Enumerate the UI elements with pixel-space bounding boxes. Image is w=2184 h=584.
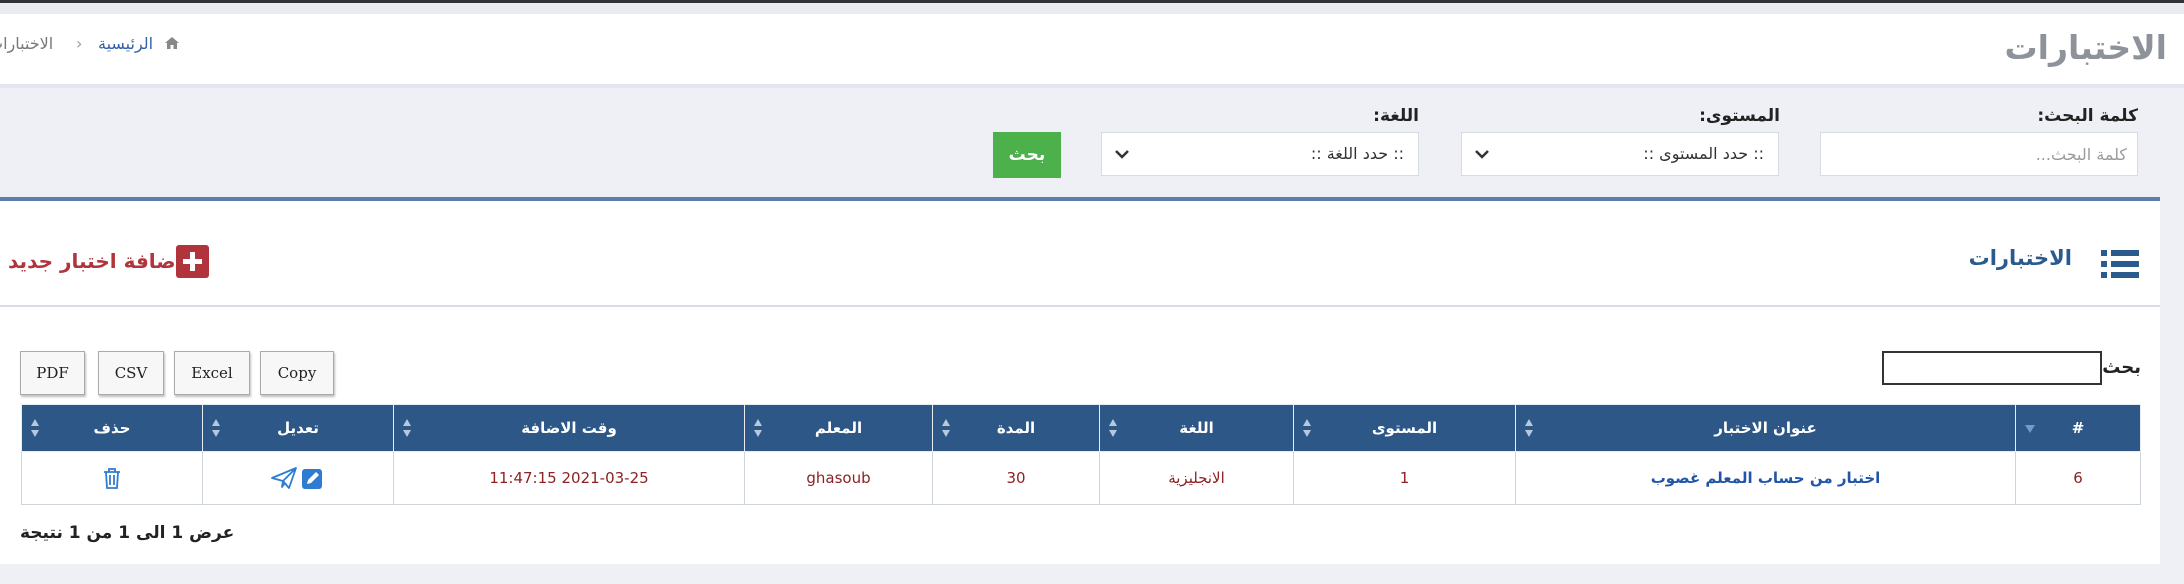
keyword-input[interactable]: [1820, 132, 2138, 176]
language-select-value: :: حدد اللغة ::: [1310, 144, 1404, 163]
sort-icon: [1525, 419, 1533, 437]
sort-icon: [942, 419, 950, 437]
column-header-label: #: [2071, 419, 2085, 437]
column-header-language[interactable]: اللغة: [1099, 404, 1294, 452]
column-header-level[interactable]: المستوى: [1293, 404, 1516, 452]
language-label: اللغة:: [1373, 106, 1419, 126]
column-header-label: وقت الاضافة: [521, 419, 617, 437]
sort-icon: [403, 419, 411, 437]
chevron-down-icon: [1475, 150, 1489, 159]
keyword-label: كلمة البحث:: [2037, 106, 2138, 126]
sort-icon: [212, 419, 220, 437]
column-header-duration[interactable]: المدة: [932, 404, 1100, 452]
table-header-row: حذف تعديل وقت الاضافة المعلم المدة اللغة…: [21, 404, 2141, 452]
trash-icon[interactable]: [102, 467, 122, 489]
column-header-label: اللغة: [1179, 419, 1214, 437]
copy-button[interactable]: Copy: [260, 351, 334, 395]
sort-icon: [1303, 419, 1311, 437]
tests-table: حذف تعديل وقت الاضافة المعلم المدة اللغة…: [21, 404, 2141, 505]
breadcrumb-home-link[interactable]: الرئيسية: [98, 34, 153, 53]
sort-icon: [31, 419, 39, 437]
export-excel-button[interactable]: Excel: [174, 351, 250, 395]
cell-duration: 30: [932, 451, 1100, 505]
column-header-added-at[interactable]: وقت الاضافة: [393, 404, 745, 452]
add-test-label: اضافة اختبار جديد: [8, 249, 183, 273]
list-icon: [2101, 250, 2139, 278]
sort-desc-icon: [2025, 425, 2035, 433]
column-header-label: المستوى: [1371, 419, 1438, 437]
cell-level: 1: [1293, 451, 1516, 505]
column-header-title[interactable]: عنوان الاختبار: [1515, 404, 2016, 452]
delete-cell: [21, 451, 203, 505]
cell-teacher: ghasoub: [744, 451, 933, 505]
level-label: المستوى:: [1699, 106, 1780, 126]
cell-id: 6: [2015, 451, 2141, 505]
sort-icon: [1109, 419, 1117, 437]
filter-form: كلمة البحث: المستوى: :: حدد المستوى :: ا…: [0, 92, 2184, 198]
column-header-label: حذف: [93, 419, 131, 437]
top-strip: [0, 0, 2184, 14]
page-header: الاختبارات الاختبارات › الرئيسية: [0, 14, 2184, 88]
edit-cell: [202, 451, 394, 505]
breadcrumb-separator-icon: ›: [76, 34, 83, 53]
column-header-label: تعديل: [277, 419, 319, 437]
level-select-value: :: حدد المستوى ::: [1643, 144, 1764, 163]
table-footer-info: عرض 1 الى 1 من 1 نتيجة: [20, 523, 235, 543]
language-select[interactable]: :: حدد اللغة ::: [1101, 132, 1419, 176]
export-csv-button[interactable]: CSV: [98, 351, 164, 395]
cell-language: الانجليزية: [1099, 451, 1294, 505]
column-header-id[interactable]: #: [2015, 404, 2141, 452]
column-header-delete[interactable]: حذف: [21, 404, 203, 452]
home-icon: [165, 37, 179, 49]
column-header-teacher[interactable]: المعلم: [744, 404, 933, 452]
table-search-input[interactable]: [1882, 351, 2102, 385]
search-button[interactable]: بحث: [993, 132, 1061, 178]
column-header-label: عنوان الاختبار: [1714, 419, 1817, 437]
panel-header: الاختبارات اضافة اختبار جديد: [0, 201, 2160, 307]
column-header-label: المدة: [996, 419, 1036, 437]
page-title: الاختبارات: [2004, 28, 2167, 67]
chevron-down-icon: [1115, 150, 1129, 159]
column-header-label: المعلم: [814, 419, 863, 437]
sort-icon: [754, 419, 762, 437]
level-select[interactable]: :: حدد المستوى ::: [1461, 132, 1779, 176]
plus-icon: [176, 245, 209, 278]
column-header-edit[interactable]: تعديل: [202, 404, 394, 452]
table-row: 2021-03-25 11:47:15 ghasoub 30 الانجليزي…: [21, 451, 2141, 505]
panel-title: الاختبارات: [1968, 246, 2072, 270]
edit-icon[interactable]: [301, 466, 325, 490]
breadcrumb-current: الاختبارات: [0, 34, 54, 53]
export-pdf-button[interactable]: PDF: [20, 351, 85, 395]
send-icon[interactable]: [270, 466, 297, 490]
cell-added-at: 2021-03-25 11:47:15: [393, 451, 745, 505]
tests-panel: الاختبارات اضافة اختبار جديد PDF CSV Exc…: [0, 197, 2160, 564]
cell-title-link[interactable]: اختبار من حساب المعلم غصوب: [1515, 451, 2016, 505]
